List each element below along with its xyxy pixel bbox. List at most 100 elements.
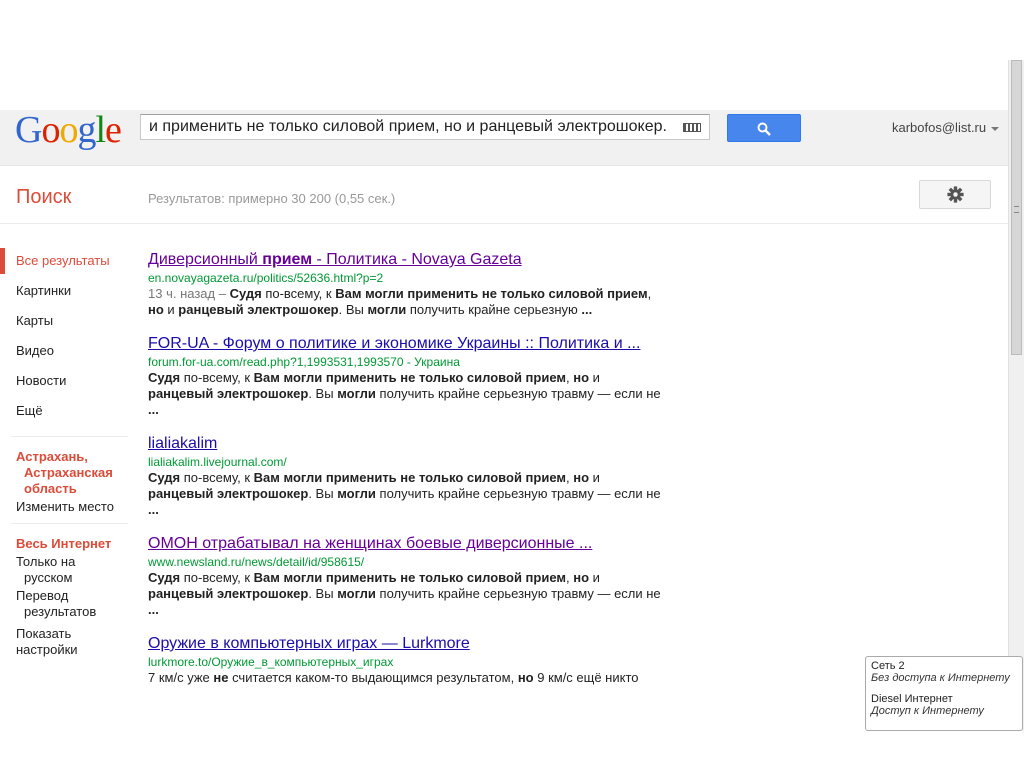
snippet-keyword: могли bbox=[337, 386, 376, 401]
snippet-text: получить крайне серьезную травму — если … bbox=[375, 486, 661, 501]
snippet-text: , bbox=[647, 286, 652, 301]
change-location-link[interactable]: Изменить место bbox=[0, 499, 140, 515]
snippet-keyword: не bbox=[213, 670, 229, 685]
snippet-keyword: ранцевый электрошокер bbox=[148, 386, 309, 401]
keyboard-icon[interactable] bbox=[683, 123, 701, 132]
snippet-keyword: Судя bbox=[148, 570, 181, 585]
left-sidebar: Все результаты Картинки Карты Видео Ново… bbox=[0, 248, 140, 658]
network-popup: Сеть 2 Без доступа к Интернету Diesel Ин… bbox=[865, 656, 1023, 731]
snippet-ellipsis: ... bbox=[148, 602, 159, 617]
network-name: Сеть 2 bbox=[871, 660, 905, 672]
snippet-keyword: Судя bbox=[229, 286, 262, 301]
search-result: Оружие в компьютерных играх — Lurkmore l… bbox=[148, 634, 668, 686]
snippet-text: и bbox=[589, 570, 600, 585]
snippet-ellipsis: ... bbox=[581, 302, 593, 317]
result-snippet: Судя по-всему, к Вам могли применить не … bbox=[148, 570, 668, 618]
nav-more[interactable]: Ещё bbox=[0, 398, 140, 428]
result-title-link[interactable]: Диверсионный прием - Политика - Novaya G… bbox=[148, 250, 668, 270]
filter-line: Перевод bbox=[16, 588, 69, 603]
snippet-text: и bbox=[163, 302, 179, 317]
logo-letter: o bbox=[59, 109, 78, 151]
nav-all-results[interactable]: Все результаты bbox=[0, 248, 140, 278]
snippet-keyword: ранцевый электрошокер bbox=[148, 586, 309, 601]
blank-bottom-area bbox=[0, 731, 1024, 768]
show-settings-link[interactable]: Показать настройки bbox=[0, 626, 140, 658]
network-name: Diesel Интернет bbox=[871, 693, 953, 705]
result-snippet: 13 ч. назад – Судя по-всему, к Вам могли… bbox=[148, 286, 668, 318]
snippet-text: и bbox=[589, 470, 600, 485]
result-url: lurkmore.to/Оружие_в_компьютерных_играх bbox=[148, 655, 394, 669]
snippet-keyword: могли bbox=[337, 486, 376, 501]
location-line: область bbox=[24, 481, 77, 496]
filter-line: русском bbox=[24, 570, 73, 585]
network-status: Доступ к Интернету bbox=[871, 705, 984, 717]
snippet-keyword: Вам могли применить не только силовой пр… bbox=[253, 470, 567, 485]
search-result: Диверсионный прием - Политика - Novaya G… bbox=[148, 250, 668, 318]
scrollbar-thumb[interactable] bbox=[1011, 60, 1022, 355]
russian-only-filter[interactable]: Только на русском bbox=[0, 554, 140, 586]
snippet-text: . Вы bbox=[308, 386, 338, 401]
snippet-ellipsis: ... bbox=[148, 402, 159, 417]
nav-maps[interactable]: Карты bbox=[0, 308, 140, 338]
results-toolbar: Поиск Результатов: примерно 30 200 (0,55… bbox=[0, 166, 1008, 224]
logo-letter: e bbox=[105, 109, 122, 151]
nav-images[interactable]: Картинки bbox=[0, 278, 140, 308]
nav-news[interactable]: Новости bbox=[0, 368, 140, 398]
account-menu[interactable]: karbofos@list.ru bbox=[892, 120, 1000, 135]
snippet-text: . Вы bbox=[308, 486, 338, 501]
google-logo[interactable]: Google bbox=[15, 109, 122, 151]
title-keyword: прием bbox=[262, 251, 313, 268]
filter-line: настройки bbox=[16, 642, 78, 657]
web-filter-active[interactable]: Весь Интернет bbox=[0, 536, 140, 552]
snippet-keyword: но bbox=[517, 670, 534, 685]
snippet-keyword: Вам могли применить не только силовой пр… bbox=[335, 286, 648, 301]
logo-letter: G bbox=[15, 109, 42, 151]
snippet-keyword: но bbox=[573, 470, 590, 485]
filter-line: Показать bbox=[16, 626, 72, 641]
result-url: forum.for-ua.com/read.php?1,1993531,1993… bbox=[148, 355, 460, 369]
result-title-link[interactable]: ОМОН отрабатывал на женщинах боевые диве… bbox=[148, 534, 668, 554]
snippet-keyword: но bbox=[573, 370, 590, 385]
result-timestamp: 13 ч. назад – bbox=[148, 286, 230, 301]
snippet-keyword: но bbox=[148, 302, 164, 317]
sidebar-divider bbox=[11, 436, 128, 437]
result-title-link[interactable]: lialiakalim bbox=[148, 434, 668, 454]
settings-button[interactable] bbox=[919, 180, 991, 209]
snippet-text: получить крайне серьезную bbox=[406, 302, 582, 317]
snippet-text: по-всему, к bbox=[180, 570, 254, 585]
logo-letter: g bbox=[77, 109, 96, 151]
search-box bbox=[140, 114, 710, 140]
snippet-keyword: Вам могли применить не только силовой пр… bbox=[253, 370, 567, 385]
snippet-text: получить крайне серьезную травму — если … bbox=[375, 386, 661, 401]
result-title-link[interactable]: FOR-UA - Форум о политике и экономике Ук… bbox=[148, 334, 668, 354]
result-title-link[interactable]: Оружие в компьютерных играх — Lurkmore bbox=[148, 634, 668, 654]
snippet-text: 7 км/с уже bbox=[148, 670, 214, 685]
network-status: Без доступа к Интернету bbox=[871, 672, 1010, 684]
result-snippet: 7 км/с уже не считается каком-то выдающи… bbox=[148, 670, 668, 686]
search-input[interactable] bbox=[149, 117, 669, 137]
result-stats: Результатов: примерно 30 200 (0,55 сек.) bbox=[148, 191, 396, 206]
snippet-text: . Вы bbox=[338, 302, 368, 317]
snippet-text: считается каком-то выдающимся результато… bbox=[228, 670, 518, 685]
snippet-keyword: Вам могли применить не только силовой пр… bbox=[253, 570, 567, 585]
result-snippet: Судя по-всему, к Вам могли применить не … bbox=[148, 470, 668, 518]
snippet-text: по-всему, к bbox=[261, 286, 336, 301]
chevron-down-icon bbox=[991, 126, 1000, 131]
search-button[interactable] bbox=[727, 114, 801, 142]
snippet-keyword: ранцевый электрошокер bbox=[178, 302, 339, 317]
network-item[interactable]: Сеть 2 Без доступа к Интернету bbox=[866, 657, 1022, 684]
logo-letter: o bbox=[41, 109, 60, 151]
translate-results-filter[interactable]: Перевод результатов bbox=[0, 588, 140, 620]
snippet-keyword: Судя bbox=[148, 370, 181, 385]
result-url: www.newsland.ru/news/detail/id/958615/ bbox=[148, 555, 365, 569]
search-result: FOR-UA - Форум о политике и экономике Ук… bbox=[148, 334, 668, 418]
vertical-scrollbar[interactable] bbox=[1008, 60, 1024, 731]
nav-videos[interactable]: Видео bbox=[0, 338, 140, 368]
title-text: Диверсионный bbox=[148, 251, 263, 268]
logo-letter: l bbox=[95, 109, 106, 151]
snippet-text: получить крайне серьезную травму — если … bbox=[375, 586, 661, 601]
snippet-text: по-всему, к bbox=[180, 470, 254, 485]
network-item[interactable]: Diesel Интернет Доступ к Интернету bbox=[866, 684, 1022, 717]
search-header: Google karbofos@list.ru bbox=[0, 110, 1008, 166]
snippet-keyword: могли bbox=[367, 302, 407, 317]
